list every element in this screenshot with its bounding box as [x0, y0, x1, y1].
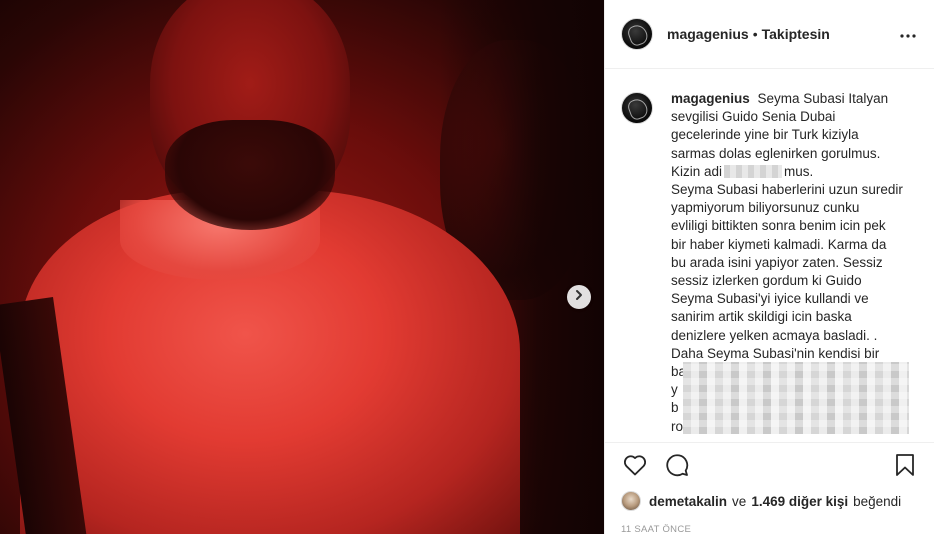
caption-line: denizlere yelken acmaya basladi. .: [671, 327, 878, 343]
caption-line: sessiz izlerken gordum ki Guido: [671, 273, 862, 289]
caption-line: Seyma Subasi'yi iyice kullandi ve: [671, 291, 869, 307]
caption-line: gecelerinde yine bir Turk kiziyla: [671, 127, 859, 143]
more-options-button[interactable]: [898, 24, 918, 44]
caption-line: yapmiyorum biliyorsunuz cunku: [671, 200, 860, 216]
caption-line: Kizin adi mus.: [671, 163, 814, 179]
post-header: magagenius • Takiptesin: [605, 0, 934, 69]
author-info: magagenius • Takiptesin: [667, 26, 830, 42]
post-timestamp[interactable]: 11 SAAT ÖNCE: [621, 524, 919, 534]
chevron-right-icon: [573, 288, 585, 306]
caption-author-avatar[interactable]: [621, 92, 653, 124]
caption-line: magagenius Seyma Subasi Italyan: [671, 91, 889, 106]
like-button[interactable]: [621, 453, 649, 481]
comment-button[interactable]: [663, 453, 691, 481]
next-media-button[interactable]: [567, 285, 591, 309]
caption-line: sevgilisi Guido Senia Dubai: [671, 109, 836, 125]
likes-suffix-text: beğendi: [853, 493, 902, 509]
censored-text-block: [683, 362, 909, 434]
comments-section[interactable]: magagenius Seyma Subasi Italyan sevgilis…: [605, 70, 934, 442]
post-sidebar: magagenius • Takiptesin magagenius Seyma…: [604, 0, 934, 534]
author-avatar[interactable]: [621, 18, 653, 50]
comment-icon: [665, 453, 689, 482]
caption-line: sarmas dolas eglenirken gorulmus.: [671, 145, 881, 161]
media-beard: [165, 120, 335, 230]
caption-line: bu arada isini yapiyor zaten. Sessiz: [671, 254, 883, 270]
likes-count-link[interactable]: 1.469 diğer kişi: [751, 494, 848, 509]
likes-and-text: ve: [732, 493, 747, 509]
heart-icon: [623, 454, 647, 481]
caption-line: bir haber kiymeti kalmadi. Karma da: [671, 236, 887, 252]
post-actions: demetakalin ve 1.469 diğer kişi beğendi …: [605, 442, 934, 534]
liker-avatar[interactable]: [621, 491, 641, 511]
save-button[interactable]: [891, 453, 919, 481]
more-horizontal-icon: [900, 25, 916, 43]
caption-line: Seyma Subasi haberlerini uzun suredir: [671, 182, 903, 198]
censored-name: [724, 164, 783, 178]
follow-status-button[interactable]: Takiptesin: [762, 26, 830, 42]
separator-dot: •: [752, 26, 758, 42]
caption-line: evliligi bittikten sonra benim icin pek: [671, 218, 886, 234]
caption-line: Daha Seyma Subasi'nin kendisi bir: [671, 345, 880, 361]
action-icons: [621, 453, 919, 481]
bookmark-icon: [895, 453, 915, 482]
caption-author-username[interactable]: magagenius: [671, 91, 754, 106]
post-media[interactable]: [0, 0, 604, 534]
liker-username[interactable]: demetakalin: [649, 494, 727, 509]
author-username[interactable]: magagenius: [667, 26, 749, 42]
caption-line: sanirim artik skildigi icin baska: [671, 309, 852, 325]
likes-summary: demetakalin ve 1.469 diğer kişi beğendi: [621, 491, 919, 511]
